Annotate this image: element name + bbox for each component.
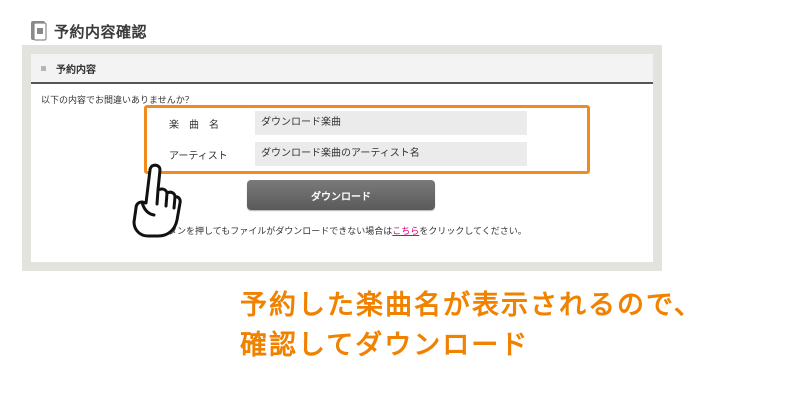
note-text-after: をクリックしてください。 [419, 227, 527, 237]
section-bullet-icon [41, 65, 46, 71]
caption: 予約した楽曲名が表示されるので、 確認してダウンロード [240, 286, 703, 366]
note-link[interactable]: こちら [392, 227, 419, 237]
download-note: ボタンを押してもファイルがダウンロードできない場合はこちらをクリックしてください… [159, 224, 527, 237]
page-title: 予約内容確認 [54, 22, 148, 41]
caption-line-2: 確認してダウンロード [240, 330, 530, 361]
caption-line-1: 予約した楽曲名が表示されるので、 [240, 290, 703, 321]
note-text-before: ボタンを押してもファイルがダウンロードできない場合は [159, 227, 393, 237]
download-button[interactable]: ダウンロード [247, 180, 435, 210]
section-title: 予約内容 [56, 64, 96, 76]
hand-pointer-icon [132, 163, 182, 238]
page-header: 予約内容確認 [30, 18, 147, 44]
section-header: 予約内容 [31, 54, 653, 84]
highlight-box [144, 105, 590, 174]
document-icon [31, 21, 47, 41]
